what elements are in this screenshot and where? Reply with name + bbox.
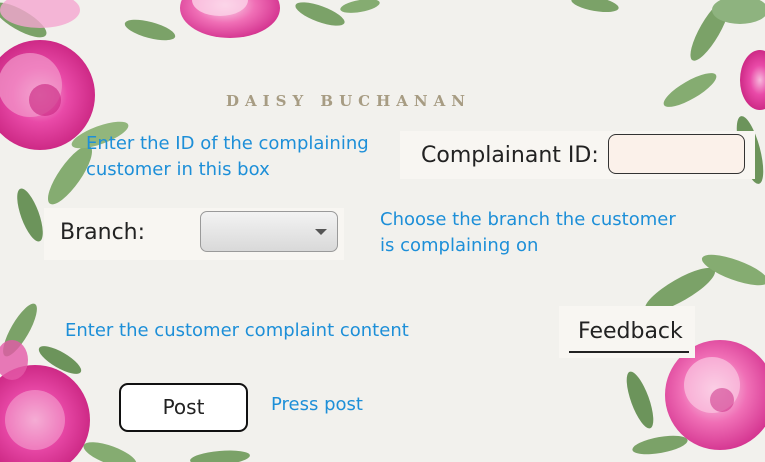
post-button[interactable]: Post bbox=[119, 383, 248, 432]
chevron-down-icon bbox=[315, 229, 327, 235]
complainant-id-input[interactable] bbox=[608, 134, 745, 174]
complaint-form-window: DAISY BUCHANAN Enter the ID of the compl… bbox=[0, 0, 765, 462]
complainant-id-label: Complainant ID: bbox=[421, 143, 599, 168]
flower-icon bbox=[0, 40, 95, 150]
app-title: DAISY BUCHANAN bbox=[226, 92, 471, 110]
branch-hint-text: Choose the branch the customer is compla… bbox=[380, 209, 676, 256]
post-hint-text: Press post bbox=[271, 394, 363, 415]
id-hint-text: Enter the ID of the complaining customer… bbox=[86, 133, 369, 180]
branch-label: Branch: bbox=[60, 220, 146, 245]
branch-dropdown[interactable] bbox=[200, 211, 338, 252]
flower-icon bbox=[740, 50, 765, 110]
flower-icon bbox=[180, 0, 280, 38]
feedback-label[interactable]: Feedback bbox=[578, 319, 683, 344]
complaint-hint-text: Enter the customer complaint content bbox=[65, 320, 409, 341]
feedback-underline bbox=[569, 351, 689, 353]
